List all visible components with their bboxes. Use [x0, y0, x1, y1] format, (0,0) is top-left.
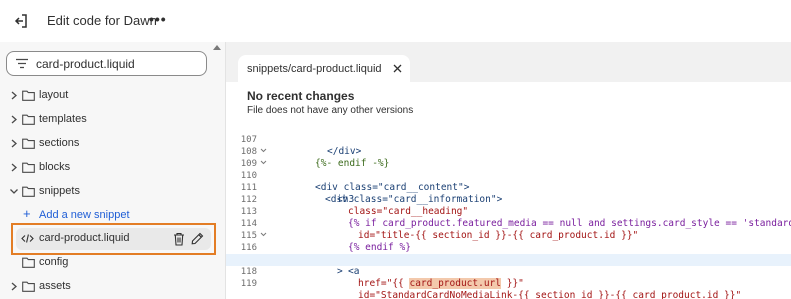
folder-label: sections — [39, 137, 80, 149]
line-number: 119 — [240, 279, 257, 289]
chevron-right-icon — [11, 139, 17, 148]
more-actions-button[interactable]: ••• — [149, 12, 167, 26]
file-search-field[interactable] — [6, 51, 207, 76]
folder-label: layout — [39, 89, 69, 101]
code-line: 113 {% if card_product.featured_media ==… — [226, 194, 791, 229]
folder-templates[interactable]: templates — [0, 109, 225, 131]
chevron-right-icon — [11, 282, 17, 291]
search-match-highlight: card_product.url — [409, 278, 501, 289]
chevron-right-icon — [11, 163, 17, 172]
plus-icon: + — [23, 206, 31, 221]
file-item-card-product[interactable]: card-product.liquid — [16, 228, 211, 250]
code-area[interactable]: 107 </div> 108 {%- endif -%} 109 <div cl… — [226, 122, 791, 299]
folder-icon — [22, 90, 35, 101]
folder-assets[interactable]: assets — [0, 276, 225, 298]
folder-sections[interactable]: sections — [0, 133, 225, 155]
code-line: 114 id="title-{{ section_id }}-{{ card_p… — [226, 206, 791, 241]
chevron-down-icon — [10, 189, 18, 194]
folder-config[interactable]: config — [0, 252, 225, 274]
fold-chevron-icon[interactable] — [260, 159, 267, 166]
folder-label: snippets — [39, 185, 80, 197]
folder-icon — [22, 138, 35, 149]
folder-label: assets — [39, 280, 71, 292]
code-line: 111 <h3 — [226, 170, 791, 205]
fold-chevron-icon[interactable] — [260, 231, 267, 238]
selected-file-highlight: card-product.liquid — [11, 223, 216, 255]
close-icon[interactable] — [393, 64, 402, 73]
pencil-icon[interactable] — [191, 232, 204, 245]
code-line: 115 {% endif %} — [226, 218, 791, 253]
tab-label: snippets/card-product.liquid — [247, 63, 382, 75]
notice-heading: No recent changes — [247, 89, 355, 103]
top-bar: Edit code for Dawn ••• — [0, 0, 791, 42]
notice-subtext: File does not have any other versions — [247, 105, 414, 116]
code-line: 119 id="StandardCardNoMediaLink-{{ secti… — [226, 266, 791, 299]
scroll-up-arrow-icon[interactable] — [213, 45, 221, 50]
code-editor-panel: snippets/card-product.liquid No recent c… — [225, 42, 791, 299]
fold-chevron-icon[interactable] — [260, 147, 267, 154]
code-line: 117 <a — [226, 242, 791, 277]
folder-icon — [22, 257, 35, 268]
code-line: 109 <div class="card__content"> — [226, 146, 791, 193]
tab-strip: snippets/card-product.liquid — [226, 42, 791, 83]
code-line: 112 class="card__heading" — [226, 182, 791, 217]
trash-icon[interactable] — [173, 232, 185, 246]
search-input[interactable] — [36, 55, 201, 73]
folder-blocks[interactable]: blocks — [0, 157, 225, 179]
folder-snippets[interactable]: snippets — [0, 181, 225, 203]
code-line: 107 </div> — [226, 122, 791, 157]
code-line: 110 <div class="card__information"> — [226, 158, 791, 205]
folder-label: templates — [39, 113, 87, 125]
add-snippet-label: Add a new snippet — [39, 209, 130, 221]
folder-label: blocks — [39, 161, 71, 173]
code-line: 108 {%- endif -%} — [226, 134, 791, 169]
folder-layout[interactable]: layout — [0, 85, 225, 107]
code-line-active: 118 href="{{ card_product.url }}" — [226, 254, 791, 289]
filter-icon — [16, 58, 28, 69]
file-sidebar: layout templates sections blocks snippet… — [0, 42, 225, 299]
line-text: href="{{ card_product.url }}" — [358, 278, 524, 289]
exit-icon[interactable] — [13, 13, 29, 29]
chevron-right-icon — [11, 91, 17, 100]
code-line: 116 > — [226, 230, 791, 277]
folder-icon — [22, 281, 35, 292]
folder-label: config — [39, 256, 69, 268]
line-text: id="StandardCardNoMediaLink-{{ section_i… — [358, 290, 742, 299]
folder-icon — [22, 186, 35, 197]
code-file-icon — [21, 234, 34, 243]
chevron-right-icon — [11, 115, 17, 124]
folder-icon — [22, 162, 35, 173]
version-notice: No recent changes File does not have any… — [226, 82, 791, 122]
page-title: Edit code for Dawn — [47, 13, 157, 28]
folder-icon — [22, 114, 35, 125]
tab-card-product[interactable]: snippets/card-product.liquid — [238, 55, 410, 83]
file-label: card-product.liquid — [39, 232, 130, 244]
